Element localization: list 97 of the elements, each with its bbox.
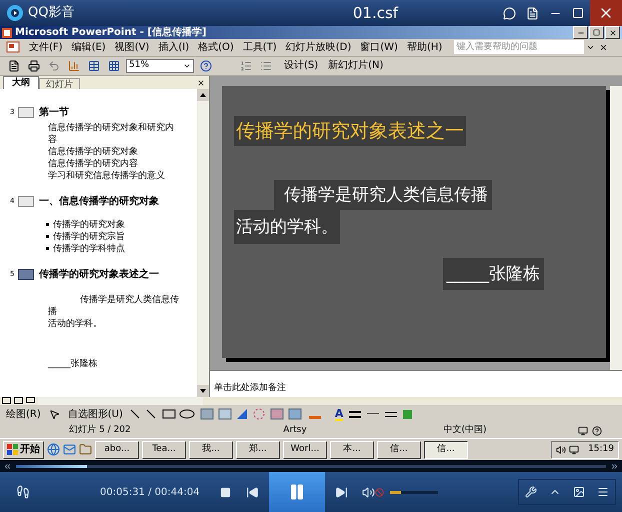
- stop-icon[interactable]: [220, 486, 231, 498]
- menu-item[interactable]: 视图(V): [114, 40, 150, 55]
- minimize-button[interactable]: [573, 26, 588, 39]
- close-icon[interactable]: [599, 42, 608, 52]
- taskbar-button[interactable]: 信...: [377, 440, 421, 459]
- powerpoint-icon: [2, 28, 12, 38]
- view-buttons-icon[interactable]: [2, 397, 36, 404]
- settings-icon[interactable]: [525, 486, 537, 498]
- menu-item[interactable]: 幻灯片放映(D): [286, 40, 352, 55]
- maximize-icon[interactable]: [572, 7, 584, 19]
- menu-item[interactable]: 插入(I): [158, 40, 190, 55]
- taskbar-button[interactable]: 信...: [424, 440, 468, 459]
- menu-icon[interactable]: [597, 486, 609, 498]
- scroll-down-icon: [200, 388, 206, 393]
- scroll-up-icon[interactable]: [200, 92, 206, 97]
- windows-logo-icon: [7, 444, 18, 456]
- outline-line: 信息传播学的研究对象: [48, 146, 139, 158]
- slide-title[interactable]: 第一节: [39, 104, 69, 120]
- next-icon[interactable]: [335, 486, 348, 498]
- taskbar-button[interactable]: Tea...: [142, 440, 186, 459]
- outline-line: 传播学是研究人类信息传播: [48, 294, 180, 318]
- restore-button[interactable]: [589, 26, 604, 39]
- taskbar-button[interactable]: abo...: [95, 440, 139, 459]
- close-icon: [608, 28, 616, 36]
- status-text: Artsy: [282, 424, 308, 438]
- slide-title[interactable]: 一、信息传播学的研究对象: [39, 194, 159, 209]
- time-display: 00:05:31 / 00:44:04: [100, 486, 201, 500]
- menu-item[interactable]: 格式(O): [198, 40, 234, 55]
- menu-item[interactable]: 编辑(E): [72, 40, 106, 55]
- autoshapes-menu[interactable]: 自选图形(U): [68, 406, 123, 422]
- help-icon[interactable]: [592, 426, 602, 436]
- volume-track[interactable]: [390, 490, 438, 494]
- outline-line: 信息传播学的研究内容: [48, 158, 139, 170]
- toolbar-button[interactable]: 设计(S): [284, 58, 318, 74]
- player-title: QQ影音: [28, 4, 76, 22]
- close-icon[interactable]: [197, 78, 205, 87]
- previous-icon[interactable]: [246, 486, 259, 498]
- pane-tab[interactable]: 大纲: [3, 76, 39, 89]
- outline-line: 传播学的研究宗旨: [53, 230, 125, 243]
- bullet-icon: [46, 223, 49, 226]
- player-logo-icon: [6, 4, 24, 22]
- outline-line: 信息传播学的研究对象和研究内容: [48, 122, 175, 146]
- scrollbar[interactable]: [610, 86, 622, 370]
- slide-body-text: 传播学是研究人类信息传播: [274, 180, 492, 210]
- muted-icon[interactable]: [362, 486, 384, 498]
- font-color-button[interactable]: A: [334, 408, 344, 421]
- notes-pane[interactable]: 单击此处添加备注: [210, 370, 622, 397]
- pause-icon: [288, 483, 306, 501]
- slide-author: _____张隆栋: [442, 258, 544, 290]
- slide-title[interactable]: 传播学的研究对象表述之一: [39, 266, 159, 282]
- close-button[interactable]: [605, 26, 620, 39]
- clock: 15:19: [588, 442, 614, 456]
- outline-line: 活动的学科。: [48, 318, 103, 330]
- slide-icon[interactable]: [18, 268, 34, 280]
- menu-item[interactable]: 帮助(H): [406, 40, 442, 55]
- status-text: 中文(中国): [442, 424, 488, 438]
- taskbar-button[interactable]: 郑...: [236, 440, 280, 459]
- restore-icon: [593, 29, 600, 36]
- pause-button[interactable]: [269, 472, 325, 512]
- chat-icon[interactable]: [503, 6, 516, 20]
- zoom-select[interactable]: 51%: [126, 58, 194, 73]
- menu-item[interactable]: 工具(T): [242, 40, 277, 55]
- network-icon[interactable]: [569, 444, 580, 455]
- forward-icon[interactable]: [610, 462, 619, 471]
- rewind-icon[interactable]: [3, 462, 12, 471]
- slide-body-text: 活动的学科。: [234, 210, 340, 244]
- document-icon: [6, 41, 20, 54]
- browser-icon[interactable]: [47, 443, 60, 456]
- bullet-icon: [46, 247, 49, 250]
- scroll-down-button[interactable]: [197, 384, 209, 397]
- taskbar-button[interactable]: 本...: [330, 440, 374, 459]
- start-button[interactable]: 开始: [3, 440, 44, 459]
- pane-tab[interactable]: 幻灯片: [39, 78, 80, 89]
- outline-line: 学习和研究信息传播学的意义: [48, 170, 166, 182]
- bullet-icon: [46, 235, 49, 238]
- mail-icon[interactable]: [63, 443, 76, 456]
- file-name: 01.csf: [352, 2, 400, 24]
- notes-placeholder: 单击此处添加备注: [214, 382, 286, 393]
- draw-menu[interactable]: 绘图(R): [6, 406, 41, 422]
- taskbar-button[interactable]: 我...: [189, 440, 233, 459]
- slide-title: 传播学的研究对象表述之一: [234, 116, 466, 146]
- footprint-icon[interactable]: [16, 485, 30, 499]
- outline-line: 传播学的学科特点: [53, 242, 125, 255]
- outline-line: _____张隆栋: [48, 358, 98, 370]
- toolbar-button[interactable]: 新幻灯片(N): [328, 58, 384, 74]
- progress-track[interactable]: [16, 464, 606, 468]
- taskbar-button[interactable]: Worl...: [283, 440, 327, 459]
- menu-item[interactable]: 文件(F): [29, 40, 63, 55]
- status-text: 幻灯片 5 / 202: [68, 424, 132, 438]
- ppt-title: Microsoft PowerPoint - [信息传播学]: [15, 28, 208, 38]
- picture-adjust-icon[interactable]: [573, 486, 585, 498]
- scrollbar[interactable]: [197, 88, 209, 397]
- menu-item[interactable]: 窗口(W): [360, 40, 398, 55]
- playlist-icon[interactable]: [526, 6, 539, 20]
- outline-line: 传播学的研究对象: [53, 218, 125, 231]
- volume-icon[interactable]: [556, 444, 566, 455]
- close-button[interactable]: [590, 0, 622, 26]
